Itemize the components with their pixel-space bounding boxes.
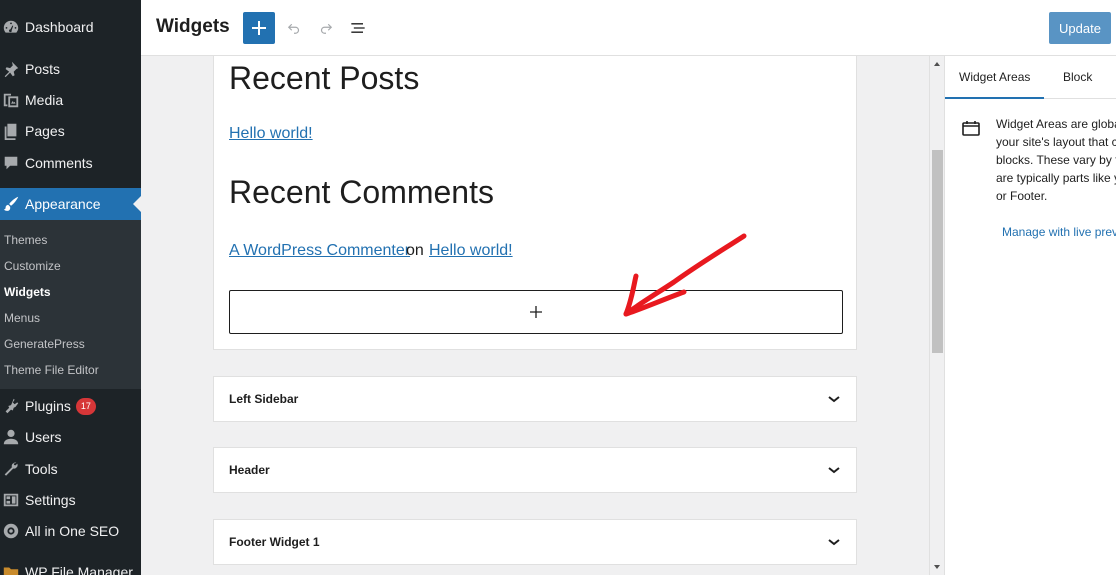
menu-label: Plugins xyxy=(25,398,71,414)
comment-author-link[interactable]: A WordPress Commenter xyxy=(229,242,410,260)
media-icon xyxy=(0,91,24,109)
undo-button[interactable] xyxy=(282,16,306,40)
submenu-item-menus[interactable]: Menus xyxy=(4,308,40,328)
widget-area-footer-widget-1[interactable]: Footer Widget 1 xyxy=(213,519,857,565)
plus-icon xyxy=(252,21,266,35)
pin-icon xyxy=(0,60,24,78)
dashboard-icon xyxy=(0,18,24,36)
menu-label: Tools xyxy=(25,461,58,477)
menu-item-wp-file-manager[interactable]: WP File Manager xyxy=(0,556,141,575)
plugin-update-badge: 17 xyxy=(75,397,96,415)
chevron-down-icon[interactable] xyxy=(827,463,841,477)
update-button[interactable]: Update xyxy=(1049,12,1111,44)
menu-label: All in One SEO xyxy=(25,523,120,539)
menu-item-settings[interactable]: Settings xyxy=(0,484,141,516)
recent-posts-heading[interactable]: Recent Posts xyxy=(229,60,419,97)
wrench-icon xyxy=(0,460,24,478)
comment-on-text: on xyxy=(406,242,424,259)
page-title: Widgets xyxy=(156,16,230,37)
widget-area-title: Footer Widget 1 xyxy=(229,535,320,549)
paintbrush-icon xyxy=(0,195,24,213)
menu-label: Appearance xyxy=(25,196,101,212)
redo-icon xyxy=(320,23,333,34)
settings-sidebar: Widget Areas Block Widget Areas are glob… xyxy=(944,56,1116,575)
submenu-item-generatepress[interactable]: GeneratePress xyxy=(4,334,85,354)
menu-item-pages[interactable]: Pages xyxy=(0,115,141,147)
seo-icon xyxy=(0,522,24,540)
submenu-item-customize[interactable]: Customize xyxy=(4,256,61,276)
add-block-appender[interactable] xyxy=(229,290,843,334)
chevron-down-icon[interactable] xyxy=(827,392,841,406)
list-view-button[interactable] xyxy=(346,16,370,40)
plus-icon xyxy=(530,306,542,318)
submenu-item-theme-file-editor[interactable]: Theme File Editor xyxy=(4,360,99,380)
menu-item-posts[interactable]: Posts xyxy=(0,53,141,85)
menu-item-users[interactable]: Users xyxy=(0,421,141,453)
sidebar-tabs: Widget Areas Block xyxy=(945,56,1116,99)
widget-area-header[interactable]: Header xyxy=(213,447,857,493)
widget-areas-description: Widget Areas are global parts in your si… xyxy=(996,117,1116,203)
pages-icon xyxy=(0,122,24,140)
appearance-submenu: Themes Customize Widgets Menus GenerateP… xyxy=(0,220,141,389)
submenu-item-themes[interactable]: Themes xyxy=(4,230,47,250)
scroll-down-icon[interactable] xyxy=(934,565,940,569)
tab-widget-areas[interactable]: Widget Areas xyxy=(945,56,1045,99)
canvas-scrollbar[interactable] xyxy=(929,56,944,575)
comment-icon xyxy=(0,154,24,172)
menu-label: Users xyxy=(25,429,62,445)
scroll-up-icon[interactable] xyxy=(934,62,940,66)
widget-area-icon xyxy=(962,121,980,136)
menu-item-comments[interactable]: Comments xyxy=(0,147,141,179)
undo-icon xyxy=(287,23,300,34)
menu-label: Comments xyxy=(25,155,93,171)
menu-label: Pages xyxy=(25,123,65,139)
menu-label: Dashboard xyxy=(25,19,94,35)
scrollbar-thumb[interactable] xyxy=(932,150,943,353)
menu-item-appearance[interactable]: Appearance xyxy=(0,188,141,220)
admin-sidebar: Dashboard Posts Media Pages Comments App… xyxy=(0,0,141,575)
widget-area-left-sidebar[interactable]: Left Sidebar xyxy=(213,376,857,422)
menu-label: Posts xyxy=(25,61,61,77)
comment-post-link[interactable]: Hello world! xyxy=(429,242,513,260)
widget-area-title: Left Sidebar xyxy=(229,392,299,406)
settings-icon xyxy=(0,491,24,509)
menu-item-tools[interactable]: Tools xyxy=(0,453,141,485)
menu-item-dashboard[interactable]: Dashboard xyxy=(0,11,141,43)
add-block-button[interactable] xyxy=(243,12,275,44)
menu-item-plugins[interactable]: Plugins 17 xyxy=(0,390,141,422)
plugin-icon xyxy=(0,397,24,415)
redo-button[interactable] xyxy=(314,16,338,40)
file-manager-icon xyxy=(0,563,24,575)
editor-header: Widgets Update xyxy=(141,0,1116,56)
widget-area-title: Header xyxy=(229,463,270,477)
list-view-icon xyxy=(351,23,365,33)
tab-block[interactable]: Block xyxy=(1049,56,1106,99)
widget-area-expanded: Recent Posts Hello world! Recent Comment… xyxy=(213,56,857,350)
recent-comments-heading[interactable]: Recent Comments xyxy=(229,174,494,211)
menu-label: Media xyxy=(25,92,64,108)
manage-live-preview-link[interactable]: Manage with live preview xyxy=(1002,225,1116,239)
submenu-item-widgets[interactable]: Widgets xyxy=(4,282,51,302)
menu-label: Settings xyxy=(25,492,76,508)
menu-item-all-in-one-seo[interactable]: All in One SEO xyxy=(0,515,141,547)
menu-item-media[interactable]: Media xyxy=(0,84,141,116)
user-icon xyxy=(0,428,24,446)
chevron-down-icon[interactable] xyxy=(827,535,841,549)
recent-post-link[interactable]: Hello world! xyxy=(229,125,313,143)
widgets-canvas: Recent Posts Hello world! Recent Comment… xyxy=(141,56,944,575)
menu-label: WP File Manager xyxy=(25,564,133,575)
